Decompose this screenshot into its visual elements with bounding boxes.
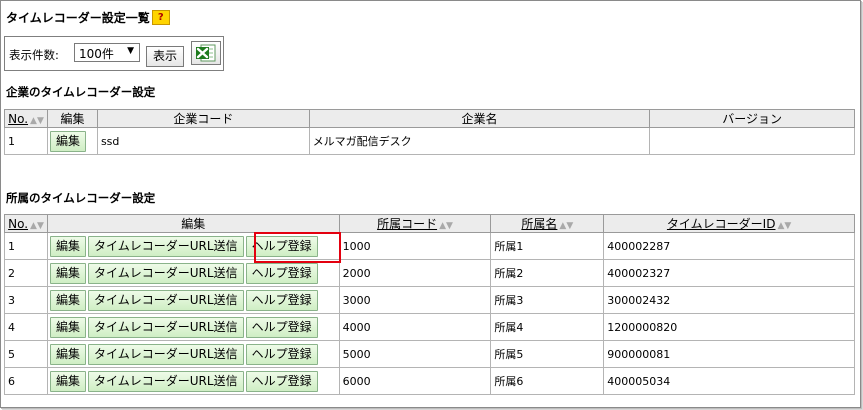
table-row: 1 編集 ssd メルマガ配信デスク <box>4 127 855 155</box>
recorder-id: 400005034 <box>603 367 855 395</box>
sort-icon: ▲▼ <box>439 221 453 231</box>
url-send-button[interactable]: タイムレコーダーURL送信 <box>88 289 244 311</box>
excel-export-button[interactable] <box>191 41 221 65</box>
dept-table: No. ▲▼ 編集 所属コード ▲▼ 所属名 ▲▼ タイムレコーダーID ▲▼ 1 編集タ… <box>4 214 855 395</box>
edit-button[interactable]: 編集 <box>49 343 86 365</box>
row-no: 1 <box>4 232 48 260</box>
company-table-header: No. ▲▼ 編集 企業コード 企業名 バージョン <box>4 109 855 128</box>
show-button[interactable]: 表示 <box>146 46 185 67</box>
recorder-id: 400002327 <box>603 259 855 287</box>
row-no: 5 <box>4 340 48 368</box>
url-send-button[interactable]: タイムレコーダーURL送信 <box>88 316 244 338</box>
dept-name: 所属1 <box>490 232 605 260</box>
col-edit-header: 編集 <box>46 214 340 233</box>
col-dept-code-header[interactable]: 所属コード ▲▼ <box>338 214 492 233</box>
page-title: タイムレコーダー設定一覧 <box>6 11 150 25</box>
row-no: 3 <box>4 286 48 314</box>
help-register-button[interactable]: ヘルプ登録 <box>245 262 318 284</box>
dept-name: 所属2 <box>490 259 605 287</box>
dept-code: 4000 <box>338 313 492 341</box>
company-section-title: 企業のタイムレコーダー設定 <box>6 85 156 99</box>
url-send-button[interactable]: タイムレコーダーURL送信 <box>88 235 244 257</box>
highlight-frame <box>254 232 341 263</box>
excel-export-icon <box>196 44 216 62</box>
table-row: 6 編集 タイムレコーダーURL送信 ヘルプ登録 6000 所属6 400005034 <box>4 367 855 395</box>
company-name: メルマガ配信デスク <box>308 127 651 155</box>
row-no: 4 <box>4 313 48 341</box>
dept-section-title: 所属のタイムレコーダー設定 <box>6 191 156 205</box>
dept-name: 所属6 <box>490 367 605 395</box>
page-frame: タイムレコーダー設定一覧 ? 表示件数: 100件 ▼ 表示 企業のタイムレコー… <box>0 0 861 408</box>
dept-code: 6000 <box>338 367 492 395</box>
edit-button[interactable]: 編集 <box>49 235 86 257</box>
col-edit-header: 編集 <box>46 109 98 128</box>
sort-icon: ▲▼ <box>777 221 792 231</box>
row-no: 2 <box>4 259 48 287</box>
table-row: 4 編集 タイムレコーダーURL送信 ヘルプ登録 4000 所属4 1200000820 <box>4 313 855 341</box>
help-register-button[interactable]: ヘルプ登録 <box>245 343 318 365</box>
count-select-value: 100件 <box>79 47 114 61</box>
edit-button[interactable]: 編集 <box>49 289 86 311</box>
edit-button[interactable]: 編集 <box>49 370 86 392</box>
col-version-header: バージョン <box>649 109 855 128</box>
sort-icon: ▲▼ <box>30 220 44 231</box>
col-dept-name-header[interactable]: 所属名 ▲▼ <box>490 214 605 233</box>
col-company-code-header: 企業コード <box>96 109 310 128</box>
help-register-button[interactable]: ヘルプ登録 <box>245 289 318 311</box>
recorder-id: 1200000820 <box>603 313 855 341</box>
recorder-id: 400002287 <box>603 232 855 260</box>
company-version <box>649 127 855 155</box>
edit-button[interactable]: 編集 <box>49 130 86 152</box>
col-no-header[interactable]: No. ▲▼ <box>4 214 48 233</box>
table-row: 5 編集 タイムレコーダーURL送信 ヘルプ登録 5000 所属5 900000081 <box>4 340 855 368</box>
dept-code: 2000 <box>338 259 492 287</box>
col-recorder-id-header[interactable]: タイムレコーダーID ▲▼ <box>603 214 855 233</box>
dept-code: 1000 <box>338 232 492 260</box>
sort-icon: ▲▼ <box>30 115 44 126</box>
company-table: No. ▲▼ 編集 企業コード 企業名 バージョン 1 編集 ssd メルマガ配信… <box>4 109 855 155</box>
dept-rows: 1 編集 タイムレコーダーURL送信 ヘルプ登録 1000 所属1 400002287 2 編集… <box>4 232 855 395</box>
col-no-header[interactable]: No. ▲▼ <box>4 109 48 128</box>
dept-code: 5000 <box>338 340 492 368</box>
count-label: 表示件数: <box>9 48 59 62</box>
company-code: ssd <box>96 127 310 155</box>
url-send-button[interactable]: タイムレコーダーURL送信 <box>88 262 244 284</box>
url-send-button[interactable]: タイムレコーダーURL送信 <box>88 370 244 392</box>
row-no: 1 <box>4 127 48 155</box>
help-register-button[interactable]: ヘルプ登録 <box>245 316 318 338</box>
help-question-icon[interactable]: ? <box>151 10 170 25</box>
dept-code: 3000 <box>338 286 492 314</box>
help-register-button[interactable]: ヘルプ登録 <box>245 370 318 392</box>
table-row: 1 編集 タイムレコーダーURL送信 ヘルプ登録 1000 所属1 400002287 <box>4 232 855 260</box>
dept-name: 所属4 <box>490 313 605 341</box>
table-row: 3 編集 タイムレコーダーURL送信 ヘルプ登録 3000 所属3 300002432 <box>4 286 855 314</box>
url-send-button[interactable]: タイムレコーダーURL送信 <box>88 343 244 365</box>
dropdown-arrow-icon: ▼ <box>127 46 134 56</box>
count-select[interactable]: 100件 ▼ <box>74 43 140 62</box>
row-no: 6 <box>4 367 48 395</box>
col-company-name-header: 企業名 <box>308 109 651 128</box>
page-title-row: タイムレコーダー設定一覧 ? <box>6 9 170 26</box>
recorder-id: 300002432 <box>603 286 855 314</box>
display-controls: 表示件数: 100件 ▼ 表示 <box>4 36 224 71</box>
edit-button[interactable]: 編集 <box>49 262 86 284</box>
edit-button[interactable]: 編集 <box>49 316 86 338</box>
sort-icon: ▲▼ <box>559 221 574 231</box>
recorder-id: 900000081 <box>603 340 855 368</box>
dept-name: 所属3 <box>490 286 605 314</box>
table-row: 2 編集 タイムレコーダーURL送信 ヘルプ登録 2000 所属2 400002327 <box>4 259 855 287</box>
dept-table-header: No. ▲▼ 編集 所属コード ▲▼ 所属名 ▲▼ タイムレコーダーID ▲▼ <box>4 214 855 233</box>
dept-name: 所属5 <box>490 340 605 368</box>
